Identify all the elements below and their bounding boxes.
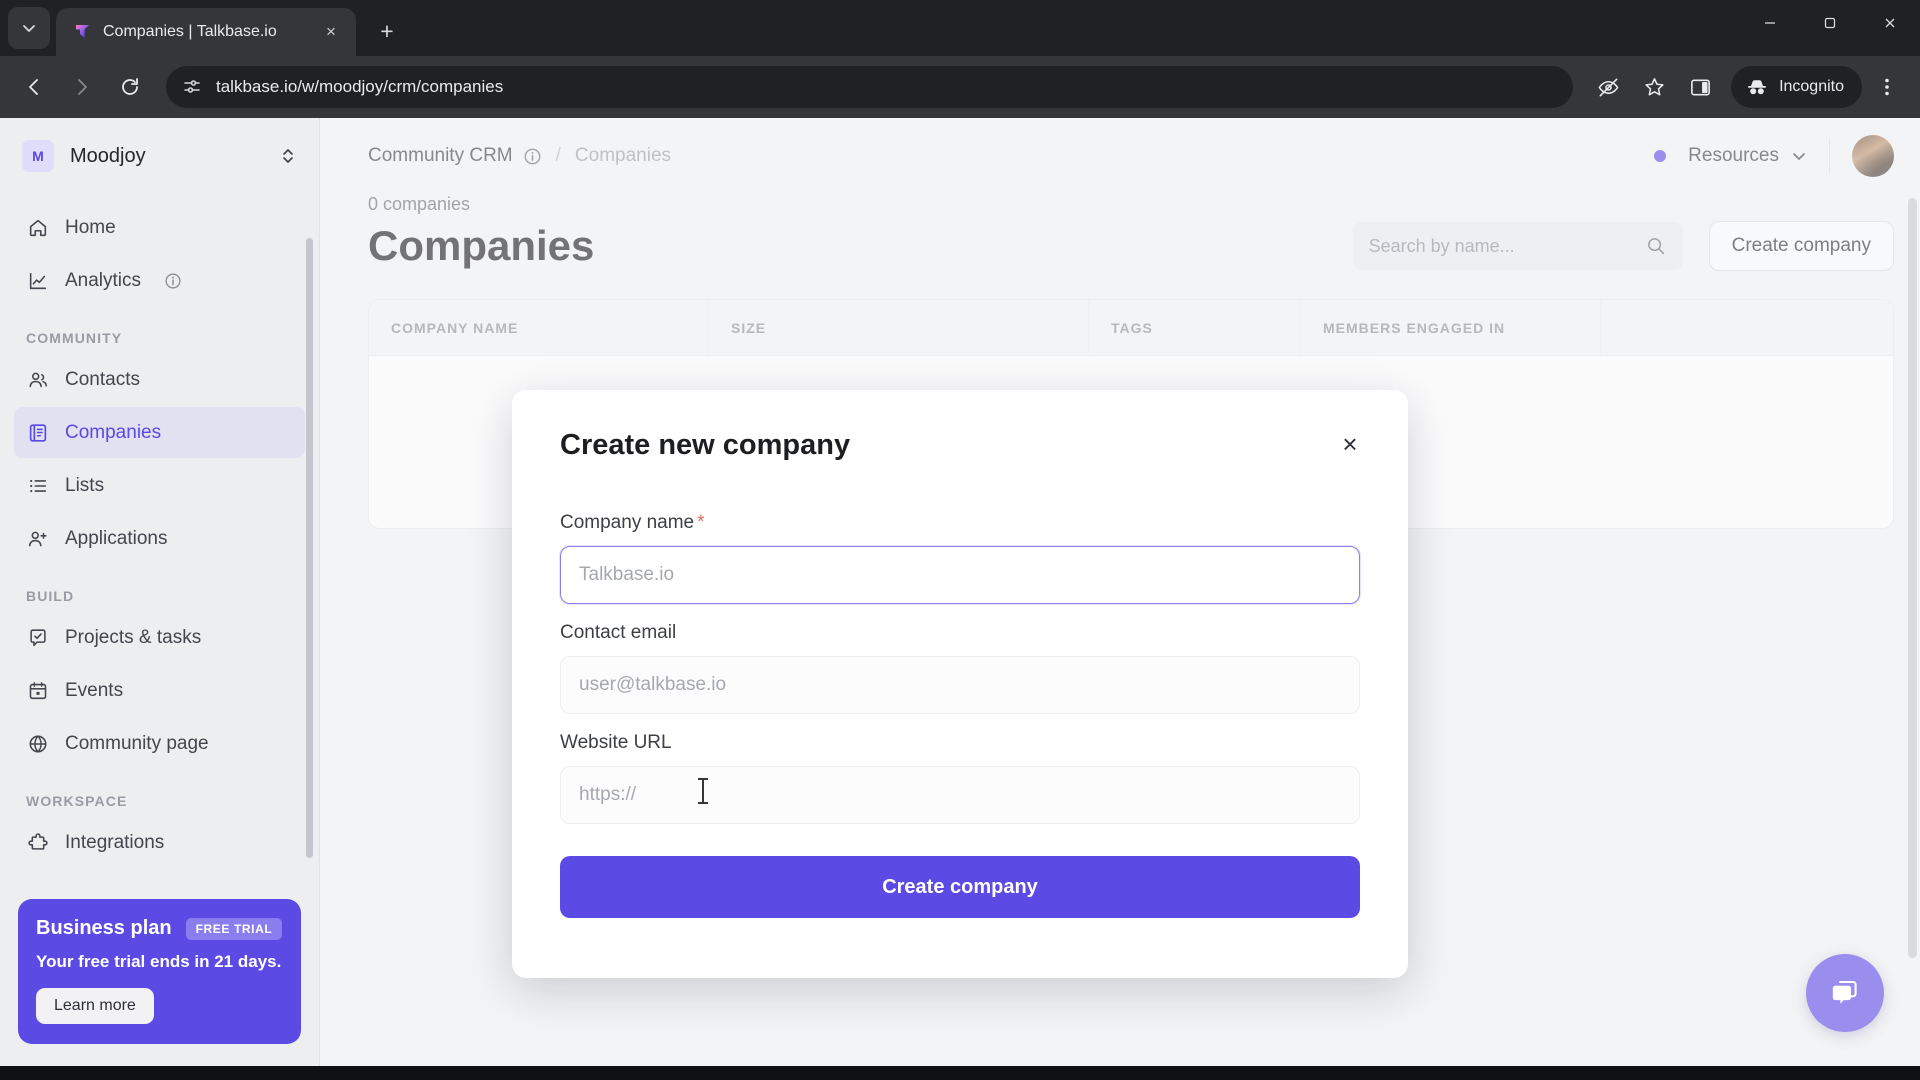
modal-header: Create new company × [512,390,1408,500]
calendar-icon [26,679,50,703]
address-bar[interactable]: talkbase.io/w/moodjoy/crm/companies [166,66,1574,108]
sidebar-section-build: BUILD [26,588,75,604]
close-icon [1885,18,1895,28]
field-website-url: Website URL [560,732,1360,824]
required-marker: * [697,512,705,533]
minimize-button[interactable] [1740,0,1800,46]
window-controls [1740,0,1920,56]
sidebar-item-label: Lists [65,474,105,496]
eye-off-icon[interactable] [1587,66,1629,108]
users-icon [26,368,50,392]
minimize-icon [1765,22,1775,24]
maximize-button[interactable] [1800,0,1860,46]
learn-more-button[interactable]: Learn more [36,988,154,1024]
list-icon [26,474,50,498]
sidebar-item-events[interactable]: Events [14,665,305,716]
sidebar-nav: Home Analytics COMMUNITY Contacts Compan… [0,194,319,899]
incognito-label: Incognito [1779,78,1844,95]
sidebar-item-label: Contacts [65,368,140,390]
sidebar-item-home[interactable]: Home [14,202,305,253]
promo-subtitle: Your free trial ends in 21 days. [36,952,282,971]
modal-body: Company name* Contact email Website URL … [512,500,1408,918]
create-company-modal: Create new company × Company name* Conta… [512,390,1408,978]
talkbase-logo-icon [72,22,92,42]
submit-create-company-button[interactable]: Create company [560,856,1360,918]
incognito-hat-icon [1748,80,1767,95]
sidebar-item-analytics[interactable]: Analytics [14,255,305,306]
sidebar-item-label: Integrations [65,831,165,853]
modal-footer-spacer [512,918,1408,978]
sidebar-item-label: Events [65,679,124,701]
browser-toolbar: talkbase.io/w/moodjoy/crm/companies Inco… [0,56,1920,118]
workspace-switcher[interactable]: M Moodjoy [0,118,319,194]
user-plus-icon [26,527,50,551]
sidebar-item-community-page[interactable]: Community page [14,718,305,769]
sidebar-item-companies[interactable]: Companies [14,407,305,458]
reload-button[interactable] [108,65,152,109]
browser-tab[interactable]: Companies | Talkbase.io × [56,8,356,56]
os-taskbar [0,1066,1920,1080]
chart-line-icon [26,269,50,293]
chevron-up-down-icon[interactable] [279,147,297,165]
app-sidebar: M Moodjoy Home Analytics COMMUNITY Conta… [0,118,320,1066]
text-cursor [698,778,708,804]
page-settings-icon [184,80,200,93]
three-dot-menu-icon[interactable] [1866,66,1908,108]
field-company-name: Company name * [560,512,1360,604]
star-icon[interactable] [1633,66,1675,108]
incognito-indicator[interactable]: Incognito [1731,66,1862,108]
free-trial-badge: FREE TRIAL [185,917,283,940]
website-url-input[interactable] [560,766,1360,824]
home-icon [26,216,50,240]
page-viewport: M Moodjoy Home Analytics COMMUNITY Conta… [0,118,1920,1066]
tab-close-icon[interactable]: × [318,19,344,45]
field-contact-email: Contact email [560,622,1360,714]
tab-search-button[interactable] [8,7,50,49]
sidebar-item-label: Applications [65,527,168,549]
new-tab-button[interactable]: + [368,12,406,50]
puzzle-icon [26,831,50,855]
sidebar-item-lists[interactable]: Lists [14,460,305,511]
window-close-button[interactable] [1860,0,1920,46]
sidebar-item-label: Companies [65,421,162,443]
sidebar-item-contacts[interactable]: Contacts [14,354,305,405]
promo-title: Business plan [36,917,172,939]
sidebar-item-label: Community page [65,732,209,754]
field-label: Company name * [560,512,705,533]
back-button[interactable] [12,65,56,109]
maximize-icon [1824,17,1836,29]
tab-title: Companies | Talkbase.io [103,23,277,40]
modal-title: Create new company [560,428,851,461]
side-panel-icon[interactable] [1679,66,1721,108]
workspace-badge: M [22,140,54,172]
sidebar-item-label: Analytics [65,269,142,291]
address-bar-url: talkbase.io/w/moodjoy/crm/companies [216,77,504,96]
sidebar-item-label: Home [65,216,116,238]
sidebar-item-label: Projects & tasks [65,626,202,648]
tab-strip: Companies | Talkbase.io × + [0,0,1920,56]
browser-window: Companies | Talkbase.io × + talkbase.io/… [0,0,1920,1080]
sidebar-scrollbar[interactable] [306,238,313,858]
globe-icon [26,732,50,756]
sidebar-item-projects-tasks[interactable]: Projects & tasks [14,612,305,663]
forward-button[interactable] [60,65,104,109]
contact-email-input[interactable] [560,656,1360,714]
plan-promo-card: Business plan FREE TRIAL Your free trial… [18,899,301,1044]
check-square-icon [26,626,50,650]
sidebar-section-community: COMMUNITY [26,330,123,346]
chevron-down-icon [23,25,35,32]
building-icon [26,421,50,445]
reload-icon [122,78,138,95]
field-label: Website URL [560,732,672,753]
arrow-left-icon [29,79,38,95]
workspace-name: Moodjoy [70,144,146,167]
field-label: Contact email [560,622,677,643]
company-name-input[interactable] [560,546,1360,604]
arrow-right-icon [78,79,87,95]
info-icon[interactable] [164,272,182,290]
sidebar-item-integrations[interactable]: Integrations [14,817,305,868]
sidebar-item-applications[interactable]: Applications [14,513,305,564]
sidebar-section-workspace: WORKSPACE [26,793,128,809]
close-icon[interactable]: × [1332,426,1368,462]
